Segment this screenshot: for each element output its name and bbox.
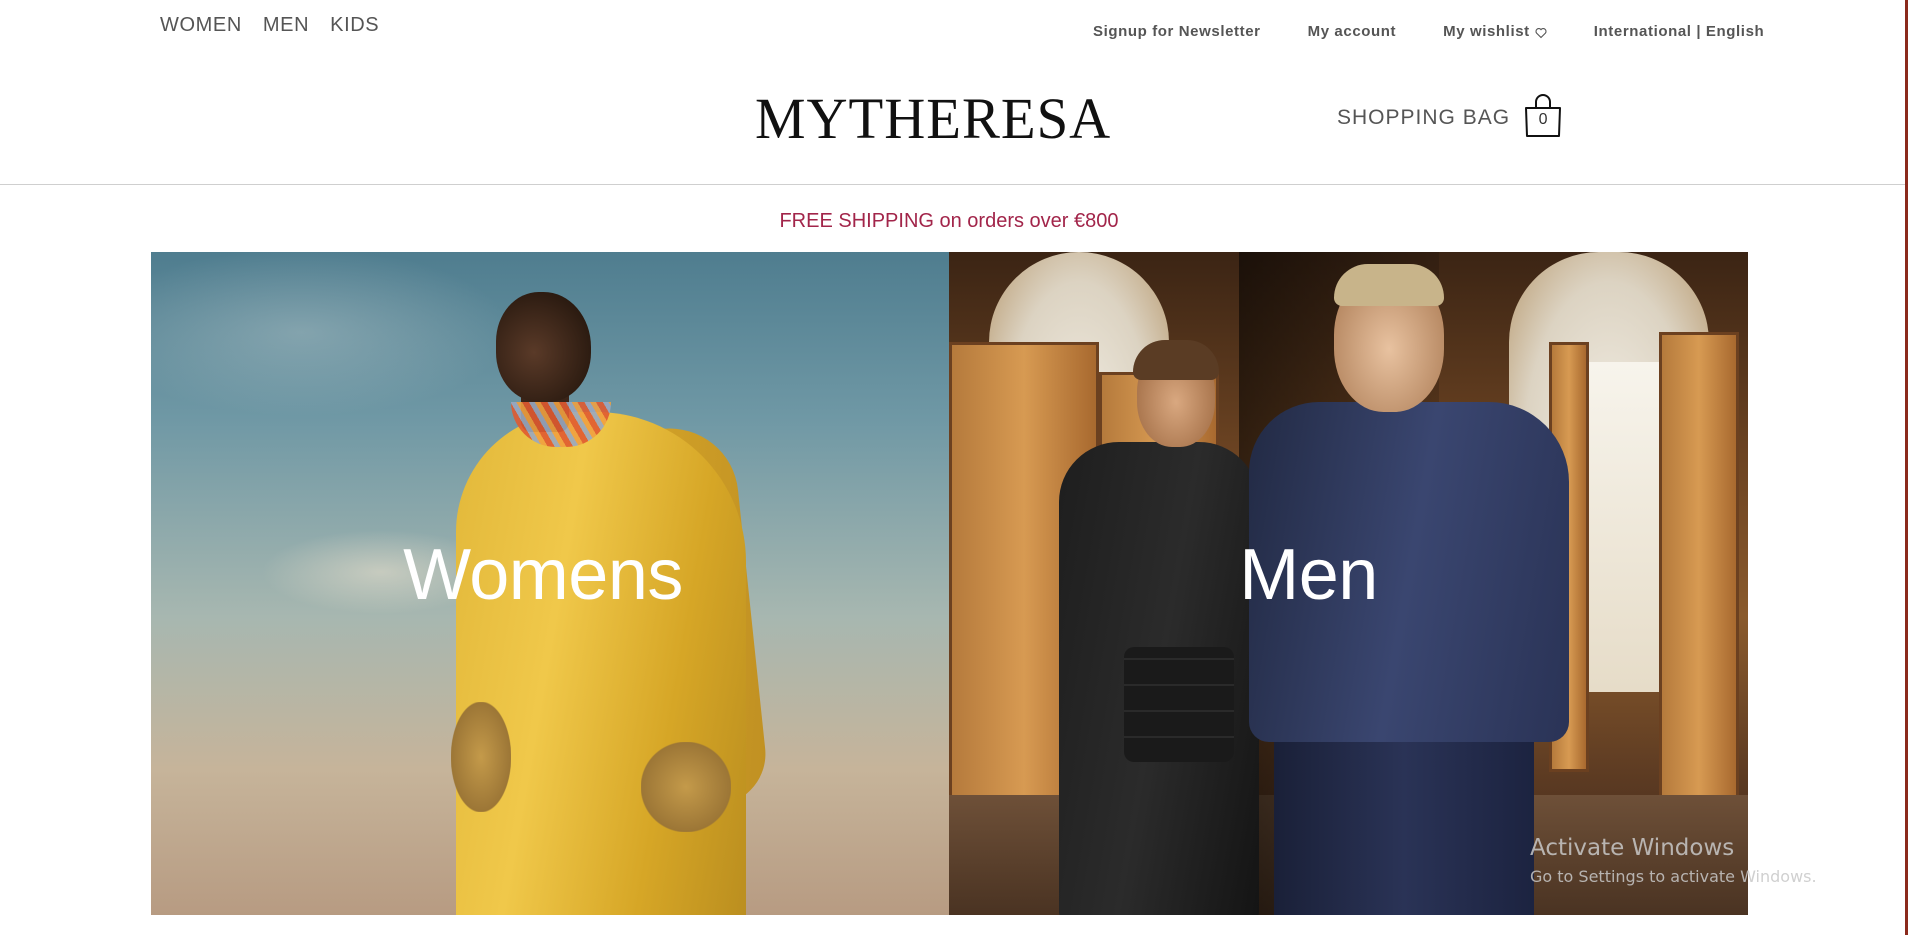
photo-shape bbox=[1334, 264, 1444, 306]
locale-selector-link[interactable]: International | English bbox=[1594, 23, 1765, 40]
logo-text: MYTHERESA bbox=[755, 86, 1112, 151]
womens-panel-title: Womens bbox=[403, 535, 683, 615]
photo-shape bbox=[496, 292, 591, 402]
mens-panel-title: Men bbox=[1239, 535, 1378, 615]
photo-shape bbox=[641, 742, 731, 832]
activate-windows-watermark: Activate Windows Go to Settings to activ… bbox=[1530, 835, 1817, 886]
mytheresa-logo[interactable]: MYTHERESA bbox=[755, 82, 1110, 148]
shopping-bag-label: SHOPPING BAG bbox=[1337, 106, 1511, 129]
photo-shape bbox=[1274, 722, 1534, 915]
header-divider bbox=[0, 184, 1905, 185]
nav-men-link[interactable]: MEN bbox=[263, 14, 309, 37]
shopping-bag-button[interactable]: SHOPPING BAG 0 bbox=[1337, 94, 1563, 138]
my-wishlist-link[interactable]: My wishlist bbox=[1443, 23, 1547, 40]
photo-shape bbox=[1589, 362, 1659, 692]
photo-shape bbox=[1124, 647, 1234, 762]
photo-shape bbox=[1133, 340, 1219, 380]
photo-shape bbox=[456, 412, 746, 915]
activate-windows-subtitle: Go to Settings to activate Windows. bbox=[1530, 867, 1817, 886]
womens-hero-panel[interactable]: Womens bbox=[151, 252, 949, 915]
free-shipping-banner: FREE SHIPPING on orders over €800 bbox=[779, 210, 1119, 232]
top-category-nav: WOMEN MEN KIDS bbox=[160, 14, 379, 37]
my-account-link[interactable]: My account bbox=[1308, 23, 1397, 40]
newsletter-signup-link[interactable]: Signup for Newsletter bbox=[1093, 23, 1261, 40]
nav-women-link[interactable]: WOMEN bbox=[160, 14, 242, 37]
shopping-bag-icon: 0 bbox=[1523, 92, 1563, 138]
shopping-bag-count: 0 bbox=[1538, 111, 1548, 128]
photo-shape bbox=[451, 702, 511, 812]
my-wishlist-label: My wishlist bbox=[1443, 23, 1530, 40]
activate-windows-title: Activate Windows bbox=[1530, 835, 1735, 861]
heart-icon bbox=[1535, 26, 1547, 38]
mens-hero-panel[interactable]: Men bbox=[949, 252, 1748, 915]
nav-kids-link[interactable]: KIDS bbox=[330, 14, 379, 37]
utility-links: Signup for Newsletter My account My wish… bbox=[1093, 23, 1764, 40]
